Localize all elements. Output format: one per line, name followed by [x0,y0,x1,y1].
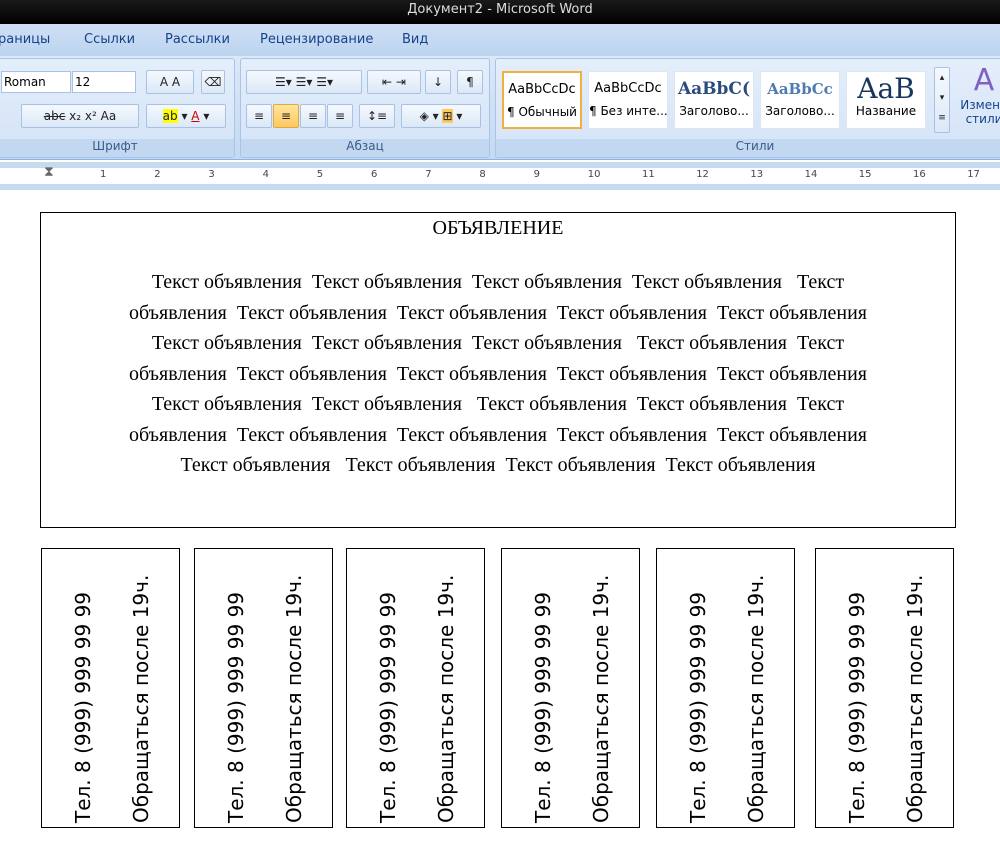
paragraph-group-label: Абзац [241,139,489,157]
ruler-label: 10 [587,169,601,180]
styles-group-label: Стили [496,139,1000,157]
strip-phone: Тел. 8 (999) 999 99 99 [685,591,710,823]
strip-phone: Тел. 8 (999) 999 99 99 [844,591,869,823]
style-sample: AaBbCcDc [508,82,576,97]
change-styles-icon: A [973,63,995,98]
strip-note: Обращаться после 19ч. [433,574,458,823]
clear-format-icon[interactable]: ⌫ [201,70,225,94]
strip-phone: Тел. 8 (999) 999 99 99 [530,591,555,823]
style-label: ¶ Обычный [507,105,577,119]
ribbon-tabs: раницы Ссылки Рассылки Рецензирование Ви… [0,24,1000,56]
highlight-fontcolor-buttons[interactable]: ab ▾ A ▾ [146,104,226,128]
strip-note: Обращаться после 19ч. [902,574,927,823]
ruler-label: 16 [913,169,926,180]
change-styles-label: Измени стили [960,98,1000,126]
align-center-icon[interactable]: ≡ [273,104,299,128]
shading-borders-buttons[interactable]: ◈ ▾ ⊞ ▾ [401,104,481,128]
ruler-label: 17 [967,169,980,180]
text-line: Текст объявления Текст объявления Текст … [151,271,845,293]
text-line: Текст объявления Текст объявления Текст … [151,393,845,415]
align-right-icon[interactable]: ≡ [300,104,326,128]
style-sample: AaB [857,72,915,105]
grow-shrink-font-button[interactable]: A A [146,70,194,94]
align-left-icon[interactable]: ≡ [246,104,272,128]
styles-group: AaBbCcDc ¶ Обычный AaBbCcDc ¶ Без инте... … [495,58,1000,158]
change-styles-button[interactable]: AИзмени стили [954,63,1000,126]
indent-buttons[interactable]: ⇤ ⇥ [367,70,421,94]
style-sample: AaBbC( [677,79,751,99]
ruler-label: 8 [479,169,486,180]
tear-off-strip: Тел. 8 (999) 999 99 99 Обращаться после 1… [41,548,180,828]
text-line: Текст объявления Текст объявления Текст … [180,454,816,476]
announcement-box: ОБЪЯВЛЕНИЕ Текст объявления Текст объявл… [40,212,956,528]
ruler-label: 13 [750,169,764,180]
font-name-select[interactable]: Roman [1,71,71,93]
ruler-label: 9 [533,169,540,180]
tab-view[interactable]: Вид [402,32,428,47]
tab-review[interactable]: Рецензирование [260,32,373,47]
style-title[interactable]: AaB Название [846,71,926,129]
tab-page-layout[interactable]: раницы [0,32,50,47]
tear-off-strip: Тел. 8 (999) 999 99 99 Обращаться после 1… [346,548,485,828]
ruler-label: 6 [371,169,378,180]
tear-off-strip: Тел. 8 (999) 999 99 99 Обращаться после 1… [194,548,333,828]
paragraph-group: ☰▾ ☰▾ ☰▾ ⇤ ⇥ ↓ ¶ ≡ ≡ ≡ ≡ ↕≡ ◈ ▾ ⊞ ▾ Абза… [240,58,490,158]
strip-phone: Тел. 8 (999) 999 99 99 [375,591,400,823]
tear-off-strip: Тел. 8 (999) 999 99 99 Обращаться после 1… [815,548,954,828]
document-page[interactable]: ОБЪЯВЛЕНИЕ Текст объявления Текст объявл… [0,190,1000,847]
style-heading1[interactable]: AaBbC( Заголово... [674,71,754,129]
ruler-label: 1 [100,169,107,180]
tear-off-strip: Тел. 8 (999) 999 99 99 Обращаться после 1… [501,548,640,828]
tab-mailings[interactable]: Рассылки [165,32,230,47]
strip-note: Обращаться после 19ч. [128,574,153,823]
style-no-spacing[interactable]: AaBbCcDc ¶ Без инте... [588,71,668,129]
text-line: объявления Текст объявления Текст объявл… [129,423,867,446]
style-label: Название [855,104,917,118]
ruler-bar: 1 2 3 4 5 6 7 8 9 10 11 12 13 14 15 16 17 ⧗ [0,164,1000,184]
ruler[interactable]: 1 2 3 4 5 6 7 8 9 10 11 12 13 14 15 16 17 ⧗ [0,162,1000,190]
ruler-label: 12 [696,169,709,180]
pilcrow-icon[interactable]: ¶ [457,70,483,94]
styles-scroll[interactable]: ▴ ▾ ≡ [934,67,950,133]
ruler-label: 4 [262,169,269,180]
strip-phone: Тел. 8 (999) 999 99 99 [223,591,248,823]
line-spacing-icon[interactable]: ↕≡ [359,104,395,128]
font-size-select[interactable]: 12 [72,71,136,93]
strip-phone: Тел. 8 (999) 999 99 99 [70,591,95,823]
ruler-label: 14 [804,169,818,180]
ruler-label: 15 [858,169,872,180]
justify-icon[interactable]: ≡ [327,104,353,128]
style-sample: AaBbCcDc [594,81,662,96]
strike-sub-sup-case-buttons[interactable]: abc x₂ x² Aa [21,104,139,128]
style-normal[interactable]: AaBbCcDc ¶ Обычный [502,71,582,129]
strip-note: Обращаться после 19ч. [743,574,768,823]
ruler-label: 3 [208,169,215,180]
strip-note: Обращаться после 19ч. [588,574,613,823]
font-group-label: Шрифт [0,139,234,157]
ruler-label: 5 [316,169,324,180]
style-label: Заголово... [765,104,835,118]
announcement-text: Текст объявления Текст объявления Текст … [41,267,955,481]
style-sample: AaBbCc [767,80,833,98]
style-label: ¶ Без инте... [589,104,668,118]
style-label: Заголово... [679,104,749,118]
tear-off-strip: Тел. 8 (999) 999 99 99 Обращаться после 1… [656,548,795,828]
ribbon: Roman 12 A A ⌫ abc x₂ x² Aa ab ▾ A ▾ Шри… [0,56,1000,160]
text-line: объявления Текст объявления Текст объявл… [129,362,867,385]
window-title: Документ2 - Microsoft Word [0,0,1000,24]
announcement-heading: ОБЪЯВЛЕНИЕ [432,217,564,239]
font-group: Roman 12 A A ⌫ abc x₂ x² Aa ab ▾ A ▾ Шри… [0,58,235,158]
ruler-label: 2 [154,169,161,180]
text-line: объявления Текст объявления Текст объявл… [129,301,867,324]
text-line: Текст объявления Текст объявления Текст … [151,332,845,354]
ruler-label: 11 [642,169,655,180]
ruler-label: 7 [425,169,432,180]
sort-icon[interactable]: ↓ [425,70,451,94]
indent-marker-icon[interactable]: ⧗ [44,164,54,180]
strip-note: Обращаться после 19ч. [281,574,306,823]
list-buttons[interactable]: ☰▾ ☰▾ ☰▾ [246,70,362,94]
tab-references[interactable]: Ссылки [84,32,135,47]
style-heading2[interactable]: AaBbCc Заголово... [760,71,840,129]
